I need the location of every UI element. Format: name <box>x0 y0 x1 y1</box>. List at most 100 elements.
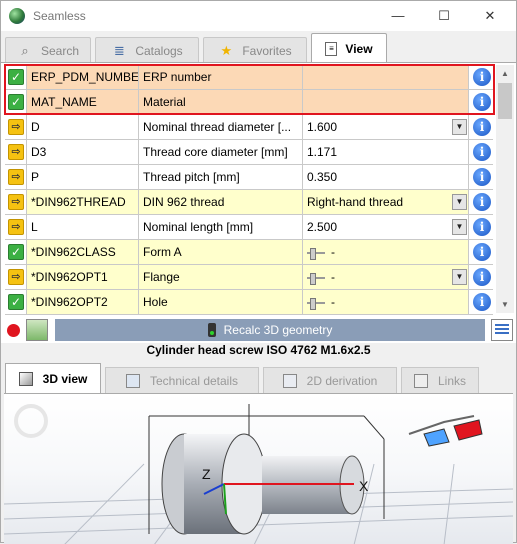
dropdown-arrow-icon[interactable]: ▼ <box>452 119 467 135</box>
checkmark-icon: ✓ <box>8 244 24 260</box>
maximize-button[interactable]: ☐ <box>421 1 467 31</box>
property-status-cell[interactable]: ✓ <box>5 290 27 314</box>
info-icon: i <box>473 243 491 261</box>
property-status-cell[interactable]: ⇨ <box>5 115 27 139</box>
property-name: *DIN962OPT2 <box>27 290 139 314</box>
tab-technical-details[interactable]: Technical details <box>105 367 259 393</box>
property-description: Nominal thread diameter [... <box>139 115 303 139</box>
property-row[interactable]: ✓ MAT_NAME Material i <box>5 90 493 115</box>
arrow-right-icon: ⇨ <box>8 219 24 235</box>
property-description: ERP number <box>139 65 303 89</box>
property-row[interactable]: ⇨ P Thread pitch [mm] 0.350 i <box>5 165 493 190</box>
property-info-cell[interactable]: i <box>469 265 493 289</box>
property-value[interactable] <box>303 90 469 114</box>
info-icon: i <box>473 143 491 161</box>
property-value-text: 0.350 <box>307 170 338 184</box>
property-value-text: - <box>331 270 335 284</box>
tab-technical-details-label: Technical details <box>149 373 239 388</box>
property-status-cell[interactable]: ✓ <box>5 240 27 264</box>
tab-search[interactable]: ⌕ Search <box>5 37 91 63</box>
property-value[interactable]: 0.350 <box>303 165 469 189</box>
status-red-dot-icon <box>7 324 20 337</box>
minimize-button[interactable]: — <box>375 1 421 31</box>
property-status-cell[interactable]: ✓ <box>5 90 27 114</box>
table-view-button[interactable] <box>491 319 513 341</box>
property-name: *DIN962CLASS <box>27 240 139 264</box>
catalog-stack-icon: ≣ <box>113 42 125 58</box>
property-value[interactable]: 1.600 ▼ <box>303 115 469 139</box>
recalc-3d-button[interactable]: Recalc 3D geometry <box>55 319 485 341</box>
property-description: Thread pitch [mm] <box>139 165 303 189</box>
property-info-cell[interactable]: i <box>469 140 493 164</box>
property-info-cell[interactable]: i <box>469 90 493 114</box>
close-button[interactable]: ✕ <box>467 1 513 31</box>
property-name: D <box>27 115 139 139</box>
property-row[interactable]: ⇨ *DIN962OPT1 Flange - ▼ i <box>5 265 493 290</box>
property-value[interactable]: 1.171 <box>303 140 469 164</box>
property-value[interactable]: 2.500 ▼ <box>303 215 469 239</box>
property-info-cell[interactable]: i <box>469 215 493 239</box>
property-row[interactable]: ⇨ D3 Thread core diameter [mm] 1.171 i <box>5 140 493 165</box>
tab-favorites[interactable]: ★ Favorites <box>203 37 307 63</box>
arrow-right-icon: ⇨ <box>8 169 24 185</box>
tab-catalogs[interactable]: ≣ Catalogs <box>95 37 199 63</box>
property-name: *DIN962OPT1 <box>27 265 139 289</box>
star-icon: ★ <box>220 42 233 58</box>
property-name: ERP_PDM_NUMBER <box>27 65 139 89</box>
title-bar: Seamless — ☐ ✕ <box>1 1 516 31</box>
property-row[interactable]: ✓ ERP_PDM_NUMBER ERP number i <box>5 65 493 90</box>
tab-links[interactable]: Links <box>401 367 479 393</box>
stereo-glasses-icon[interactable] <box>408 415 483 447</box>
property-name: L <box>27 215 139 239</box>
app-window: Seamless — ☐ ✕ ⌕ Search ≣ Catalogs ★ Fav… <box>0 0 517 544</box>
property-value[interactable]: - <box>303 290 469 314</box>
property-row[interactable]: ✓ *DIN962OPT2 Hole - i <box>5 290 493 315</box>
tab-view[interactable]: ≡ View <box>311 33 387 64</box>
property-row[interactable]: ⇨ *DIN962THREAD DIN 962 thread Right-hand t… <box>5 190 493 215</box>
scroll-down-icon[interactable]: ▼ <box>496 296 514 313</box>
tab-3d-view[interactable]: 3D view <box>5 363 101 394</box>
slider-icon <box>307 247 325 260</box>
dropdown-arrow-icon[interactable]: ▼ <box>452 219 467 235</box>
property-status-cell[interactable]: ⇨ <box>5 140 27 164</box>
info-icon: i <box>473 93 491 111</box>
property-value[interactable]: - <box>303 240 469 264</box>
property-value-text: 1.171 <box>307 145 338 159</box>
property-info-cell[interactable]: i <box>469 240 493 264</box>
property-info-cell[interactable]: i <box>469 290 493 314</box>
property-status-cell[interactable]: ✓ <box>5 65 27 89</box>
3d-viewport[interactable]: Z X <box>4 393 513 544</box>
property-row[interactable]: ⇨ D Nominal thread diameter [... 1.600 ▼ i <box>5 115 493 140</box>
arrow-right-icon: ⇨ <box>8 194 24 210</box>
property-info-cell[interactable]: i <box>469 65 493 89</box>
property-status-cell[interactable]: ⇨ <box>5 165 27 189</box>
axis-z-label: Z <box>202 466 211 482</box>
property-info-cell[interactable]: i <box>469 115 493 139</box>
property-info-cell[interactable]: i <box>469 190 493 214</box>
property-value[interactable]: Right-hand thread ▼ <box>303 190 469 214</box>
scroll-up-icon[interactable]: ▲ <box>496 65 514 82</box>
property-name: D3 <box>27 140 139 164</box>
property-row[interactable]: ✓ *DIN962CLASS Form A - i <box>5 240 493 265</box>
tab-3d-view-label: 3D view <box>42 372 88 386</box>
checkmark-icon: ✓ <box>8 94 24 110</box>
property-value-text: 2.500 <box>307 220 338 234</box>
property-row[interactable]: ⇨ L Nominal length [mm] 2.500 ▼ i <box>5 215 493 240</box>
technical-details-icon <box>125 373 140 388</box>
preview-image-button[interactable] <box>26 319 48 341</box>
property-description: Flange <box>139 265 303 289</box>
tab-2d-derivation[interactable]: 2D derivation <box>263 367 397 393</box>
dropdown-arrow-icon[interactable]: ▼ <box>452 269 467 285</box>
vertical-scrollbar[interactable]: ▲ ▼ <box>496 65 514 313</box>
arrow-right-icon: ⇨ <box>8 269 24 285</box>
info-icon: i <box>473 268 491 286</box>
property-value[interactable] <box>303 65 469 89</box>
property-value[interactable]: - ▼ <box>303 265 469 289</box>
property-status-cell[interactable]: ⇨ <box>5 215 27 239</box>
property-status-cell[interactable]: ⇨ <box>5 265 27 289</box>
scroll-thumb[interactable] <box>498 83 512 119</box>
property-info-cell[interactable]: i <box>469 165 493 189</box>
recalc-label: Recalc 3D geometry <box>223 323 333 337</box>
dropdown-arrow-icon[interactable]: ▼ <box>452 194 467 210</box>
property-status-cell[interactable]: ⇨ <box>5 190 27 214</box>
